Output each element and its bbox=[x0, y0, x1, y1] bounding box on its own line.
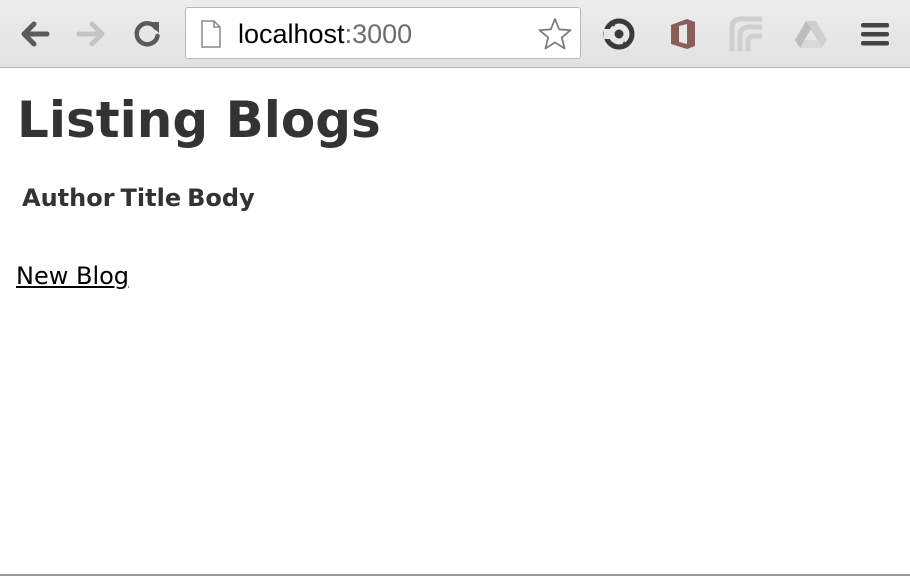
blogs-table: Author Title Body bbox=[16, 180, 261, 216]
sync-extension-button[interactable] bbox=[599, 14, 639, 54]
office-extension-button[interactable] bbox=[663, 14, 703, 54]
table-header-row: Author Title Body bbox=[22, 182, 255, 214]
column-header-author: Author bbox=[22, 184, 115, 212]
browser-window: localhost:3000 Listing Blogs Author Titl… bbox=[0, 0, 910, 576]
arrow-right-icon bbox=[76, 21, 105, 47]
page-content: Listing Blogs Author Title Body New Blog bbox=[0, 68, 910, 574]
star-icon[interactable] bbox=[537, 17, 573, 55]
browser-toolbar: localhost:3000 bbox=[0, 0, 910, 68]
cast-extension-button[interactable] bbox=[727, 14, 767, 54]
page-icon bbox=[200, 20, 222, 52]
drive-extension-button[interactable] bbox=[791, 14, 831, 54]
arrow-left-icon bbox=[21, 21, 50, 47]
page-title: Listing Blogs bbox=[17, 91, 381, 149]
url-text[interactable]: localhost:3000 bbox=[238, 19, 412, 49]
drive-extension-icon bbox=[795, 21, 827, 48]
sync-extension-icon bbox=[603, 18, 635, 50]
forward-button[interactable] bbox=[71, 14, 111, 54]
cast-extension-icon bbox=[729, 16, 762, 51]
url-host: localhost bbox=[238, 19, 345, 49]
column-header-title: Title bbox=[120, 184, 182, 212]
address-bar[interactable]: localhost:3000 bbox=[185, 7, 581, 59]
hamburger-menu-icon bbox=[861, 23, 889, 46]
reload-button[interactable] bbox=[127, 14, 167, 54]
column-header-body: Body bbox=[187, 184, 255, 212]
url-port: :3000 bbox=[344, 19, 413, 49]
reload-icon bbox=[134, 21, 160, 47]
office-extension-icon bbox=[671, 19, 695, 49]
browser-menu-button[interactable] bbox=[855, 14, 895, 54]
back-button[interactable] bbox=[15, 14, 55, 54]
new-blog-link[interactable]: New Blog bbox=[16, 260, 129, 292]
